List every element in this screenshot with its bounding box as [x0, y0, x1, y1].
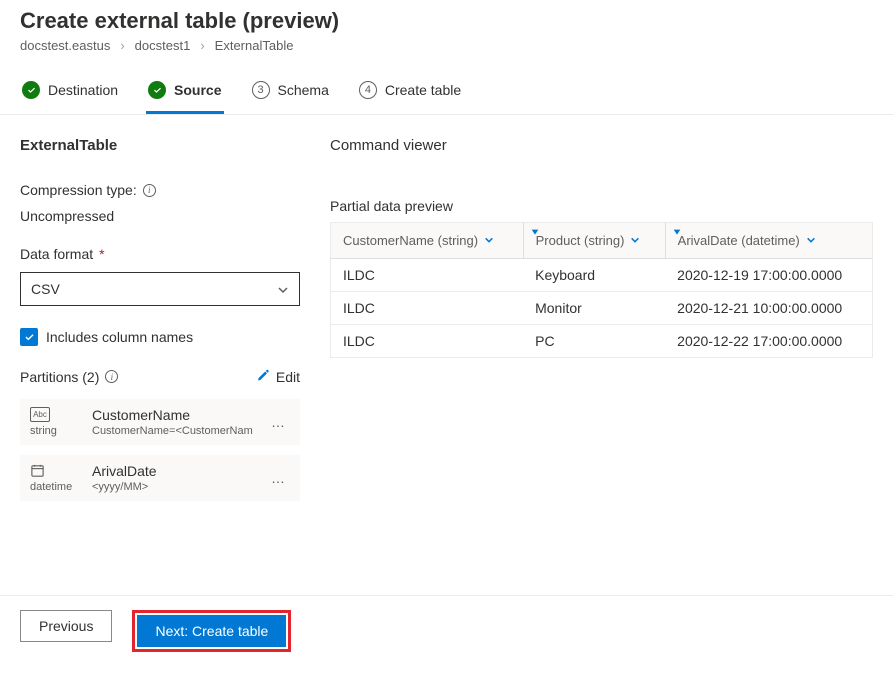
table-cell: ILDC — [331, 292, 524, 325]
table-cell: ILDC — [331, 259, 524, 292]
partition-name: ArivalDate — [92, 463, 253, 479]
compression-type-label: Compression type: i — [20, 182, 300, 198]
edit-partitions-button[interactable]: Edit — [256, 368, 300, 385]
column-header-customername[interactable]: CustomerName (string) — [331, 223, 524, 259]
previous-button[interactable]: Previous — [20, 610, 112, 642]
next-button-highlight: Next: Create table — [132, 610, 291, 652]
column-sort-icon — [530, 226, 540, 241]
step-label: Create table — [385, 82, 461, 98]
step-destination[interactable]: Destination — [20, 71, 120, 114]
partition-pattern: <yyyy/MM> — [92, 481, 253, 493]
includes-column-names-checkbox[interactable]: Includes column names — [20, 328, 300, 346]
checkbox-checked-icon — [20, 328, 38, 346]
table-cell: Monitor — [523, 292, 665, 325]
table-row: ILDCKeyboard2020-12-19 17:00:00.0000 — [331, 259, 873, 292]
chevron-down-icon — [630, 233, 640, 248]
step-schema[interactable]: 3 Schema — [250, 71, 331, 114]
breadcrumb-item[interactable]: docstest.eastus — [20, 38, 110, 53]
compression-type-value: Uncompressed — [20, 208, 300, 224]
string-type-icon: Abc — [30, 407, 50, 422]
partial-data-preview-title: Partial data preview — [330, 198, 873, 214]
datetime-type-icon — [30, 463, 45, 478]
chevron-right-icon: › — [120, 38, 124, 53]
table-cell: Keyboard — [523, 259, 665, 292]
preview-table: CustomerName (string) Product (string) — [330, 222, 873, 358]
table-cell: ILDC — [331, 325, 524, 358]
column-header-product[interactable]: Product (string) — [523, 223, 665, 259]
more-icon[interactable]: … — [267, 414, 290, 430]
chevron-right-icon: › — [200, 38, 204, 53]
partition-item: datetime ArivalDate <yyyy/MM> … — [20, 455, 300, 501]
partition-type: string — [30, 425, 57, 437]
data-format-select[interactable]: CSV — [20, 272, 300, 306]
pencil-icon — [256, 368, 270, 385]
more-icon[interactable]: … — [267, 470, 290, 486]
data-format-label: Data format * — [20, 246, 300, 262]
table-cell: 2020-12-22 17:00:00.0000 — [665, 325, 872, 358]
column-sort-icon — [672, 226, 682, 241]
page-title: Create external table (preview) — [20, 8, 873, 34]
table-row: ILDCMonitor2020-12-21 10:00:00.0000 — [331, 292, 873, 325]
check-icon — [148, 81, 166, 99]
check-icon — [22, 81, 40, 99]
step-create-table[interactable]: 4 Create table — [357, 71, 463, 114]
partition-type: datetime — [30, 481, 72, 493]
step-number-badge: 3 — [252, 81, 270, 99]
table-cell: PC — [523, 325, 665, 358]
step-number-badge: 4 — [359, 81, 377, 99]
partition-item: Abc string CustomerName CustomerName=<Cu… — [20, 399, 300, 445]
info-icon[interactable]: i — [143, 184, 156, 197]
info-icon[interactable]: i — [105, 370, 118, 383]
step-source[interactable]: Source — [146, 71, 223, 114]
table-cell: 2020-12-21 10:00:00.0000 — [665, 292, 872, 325]
table-name-heading: ExternalTable — [20, 137, 300, 154]
partition-name: CustomerName — [92, 407, 253, 423]
breadcrumb-item[interactable]: ExternalTable — [215, 38, 294, 53]
chevron-down-icon — [277, 283, 289, 295]
partitions-label: Partitions (2) i — [20, 369, 118, 385]
command-viewer-title: Command viewer — [330, 137, 873, 154]
includes-column-names-label: Includes column names — [46, 329, 193, 345]
column-header-arivaldate[interactable]: ArivalDate (datetime) — [665, 223, 872, 259]
step-label: Schema — [278, 82, 329, 98]
next-create-table-button[interactable]: Next: Create table — [137, 615, 286, 647]
breadcrumb-item[interactable]: docstest1 — [135, 38, 191, 53]
chevron-down-icon — [484, 233, 494, 248]
wizard-steps: Destination Source 3 Schema 4 Create tab… — [0, 71, 893, 115]
step-label: Destination — [48, 82, 118, 98]
partition-pattern: CustomerName=<CustomerName — [92, 425, 253, 437]
table-row: ILDCPC2020-12-22 17:00:00.0000 — [331, 325, 873, 358]
breadcrumb: docstest.eastus › docstest1 › ExternalTa… — [20, 38, 873, 53]
data-format-value: CSV — [31, 281, 60, 297]
chevron-down-icon — [806, 233, 816, 248]
table-cell: 2020-12-19 17:00:00.0000 — [665, 259, 872, 292]
required-marker: * — [99, 246, 104, 262]
step-label: Source — [174, 82, 221, 98]
